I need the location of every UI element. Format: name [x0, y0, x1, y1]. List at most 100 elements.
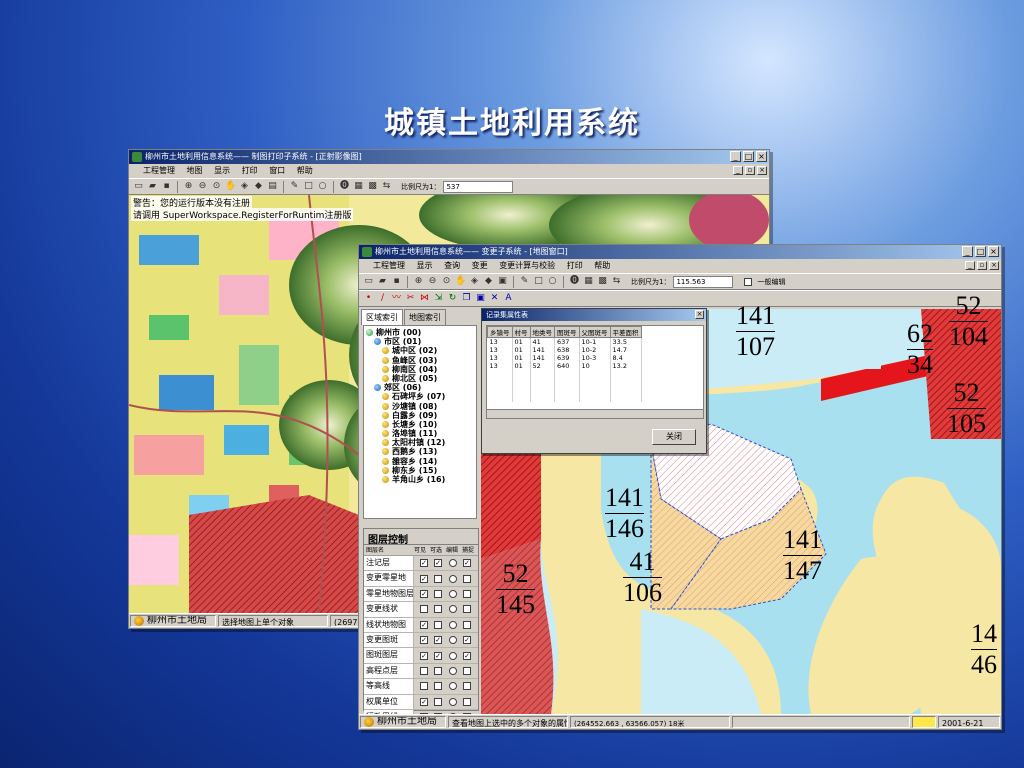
zoom-in-icon[interactable]: ⊕: [183, 181, 194, 192]
menu-help[interactable]: 帮助: [297, 166, 313, 175]
tree-item[interactable]: 鱼峰区 (03): [366, 356, 474, 365]
menu-print[interactable]: 打印: [242, 166, 258, 175]
record-row[interactable]: 13 01 41 637 10-1 33.5: [487, 337, 642, 346]
menu-change-calc[interactable]: 变更计算与校验: [499, 261, 555, 270]
snap-checkbox[interactable]: [463, 620, 471, 629]
close-button[interactable]: ×: [756, 151, 767, 162]
edit-radio[interactable]: [449, 682, 457, 691]
query-icon[interactable]: ⓿: [339, 181, 350, 192]
menu-help[interactable]: 帮助: [594, 261, 610, 270]
snap-checkbox[interactable]: [463, 605, 471, 614]
back-window-titlebar[interactable]: 柳州市土地利用信息系统—— 制图打印子系统 - [正射影像图] _ □ ×: [129, 150, 769, 164]
parcel-label[interactable]: 141 107: [736, 303, 775, 360]
tree-item[interactable]: 羊角山乡 (16): [366, 475, 474, 484]
record-column-header[interactable]: 图斑号: [554, 326, 580, 338]
record-dialog-close-button[interactable]: 关闭: [652, 429, 696, 445]
menu-map[interactable]: 地图: [187, 166, 203, 175]
record-column-header[interactable]: 父图斑号: [578, 326, 611, 338]
split-icon[interactable]: ✂: [405, 293, 416, 304]
query-icon[interactable]: ⓿: [569, 276, 580, 287]
snap-checkbox[interactable]: ✓: [463, 636, 471, 645]
snap-checkbox[interactable]: [463, 682, 471, 691]
draw-rect-icon[interactable]: □: [303, 181, 314, 192]
open-folder-icon[interactable]: ▰: [377, 276, 388, 287]
record-column-header[interactable]: 平差面积: [609, 326, 642, 338]
visible-checkbox[interactable]: [420, 682, 428, 691]
delete-icon[interactable]: ✕: [489, 293, 500, 304]
selectable-checkbox[interactable]: ✓: [434, 559, 442, 568]
paste-icon[interactable]: ▣: [475, 293, 486, 304]
tree-item[interactable]: 城中区 (02): [366, 346, 474, 355]
table-icon[interactable]: ▦: [353, 181, 364, 192]
front-window-titlebar[interactable]: 柳州市土地利用信息系统—— 变更子系统 - [地图窗口] _ □ ×: [359, 245, 1001, 259]
save-icon[interactable]: ▪: [391, 276, 402, 287]
parcel-label[interactable]: 52 145: [496, 561, 535, 618]
measure-icon[interactable]: ⇆: [611, 276, 622, 287]
merge-icon[interactable]: ⋈: [419, 293, 430, 304]
record-column-header[interactable]: 乡镇号: [487, 326, 513, 338]
tab-map-index[interactable]: 地图索引: [404, 309, 446, 325]
menu-display[interactable]: 显示: [417, 261, 433, 270]
minimize-button[interactable]: _: [730, 151, 741, 162]
zoom-window-icon[interactable]: ⊙: [211, 181, 222, 192]
layer-row[interactable]: 图斑图层 ✓ ✓ ✓: [364, 648, 478, 664]
parcel-label[interactable]: 52 105: [947, 380, 986, 437]
visible-checkbox[interactable]: ✓: [420, 697, 428, 706]
parcel-label[interactable]: 14 46: [971, 621, 997, 678]
draw-line-icon[interactable]: ✎: [519, 276, 530, 287]
scale-input[interactable]: 115.563: [673, 275, 734, 288]
layer-icon[interactable]: ◆: [253, 181, 264, 192]
draw-rect-icon[interactable]: □: [533, 276, 544, 287]
parcel-label[interactable]: 141 146: [605, 485, 644, 542]
snap-checkbox[interactable]: [463, 666, 471, 675]
edit-radio[interactable]: [449, 605, 457, 614]
visible-checkbox[interactable]: ✓: [420, 651, 428, 660]
selectable-checkbox[interactable]: [434, 605, 442, 614]
record-column-header[interactable]: 村号: [511, 326, 531, 338]
tree-item[interactable]: 郊区 (06): [366, 383, 474, 392]
maximize-button[interactable]: □: [975, 246, 986, 257]
edit-radio[interactable]: [449, 559, 457, 568]
selectable-checkbox[interactable]: [434, 574, 442, 583]
layer-row[interactable]: 变更零星地 ✓: [364, 571, 478, 587]
draw-circle-icon[interactable]: ○: [317, 181, 328, 192]
snap-checkbox[interactable]: [463, 574, 471, 583]
menu-query[interactable]: 查询: [444, 261, 460, 270]
parcel-label[interactable]: 41 106: [623, 549, 662, 606]
layer-row[interactable]: 高程点层: [364, 663, 478, 680]
draw-line-icon[interactable]: ✎: [289, 181, 300, 192]
record-column-header[interactable]: 地类号: [529, 326, 555, 338]
layer-row[interactable]: 变更线状: [364, 602, 478, 618]
visible-checkbox[interactable]: [420, 605, 428, 614]
minimize-button[interactable]: _: [962, 246, 973, 257]
edit-radio[interactable]: [449, 651, 457, 660]
parcel-label[interactable]: 62 34: [907, 321, 933, 378]
tree-item[interactable]: 柳南区 (04): [366, 365, 474, 374]
table-icon[interactable]: ▦: [583, 276, 594, 287]
layer-icon[interactable]: ◆: [483, 276, 494, 287]
edit-radio[interactable]: [449, 666, 457, 675]
mdi-restore-button[interactable]: ▫: [977, 261, 987, 270]
record-row[interactable]: 13 01 52 640 10 13.2: [487, 362, 642, 370]
record-dialog-titlebar[interactable]: 记录集属性表 ×: [482, 309, 706, 321]
record-table-hscrollbar[interactable]: [487, 409, 703, 418]
zoom-out-icon[interactable]: ⊖: [427, 276, 438, 287]
grid-icon[interactable]: ▩: [597, 276, 608, 287]
selectable-checkbox[interactable]: [434, 666, 442, 675]
tree-item[interactable]: 雒容乡 (14): [366, 457, 474, 466]
zoom-window-icon[interactable]: ⊙: [441, 276, 452, 287]
layer-row[interactable]: 权属单位 ✓: [364, 694, 478, 710]
edit-mode-checkbox[interactable]: [744, 277, 753, 286]
mdi-close-button[interactable]: ×: [989, 261, 999, 270]
rotate-icon[interactable]: ↻: [447, 293, 458, 304]
zoom-out-icon[interactable]: ⊖: [197, 181, 208, 192]
edit-radio[interactable]: [449, 697, 457, 706]
new-file-icon[interactable]: ▭: [133, 181, 144, 192]
menu-project[interactable]: 工程管理: [143, 166, 175, 175]
tree-item[interactable]: 白露乡 (09): [366, 411, 474, 420]
mdi-minimize-button[interactable]: _: [965, 261, 975, 270]
edit-radio[interactable]: [449, 574, 457, 583]
open-folder-icon[interactable]: ▰: [147, 181, 158, 192]
selectable-checkbox[interactable]: ✓: [434, 636, 442, 645]
snap-checkbox[interactable]: [463, 589, 471, 598]
